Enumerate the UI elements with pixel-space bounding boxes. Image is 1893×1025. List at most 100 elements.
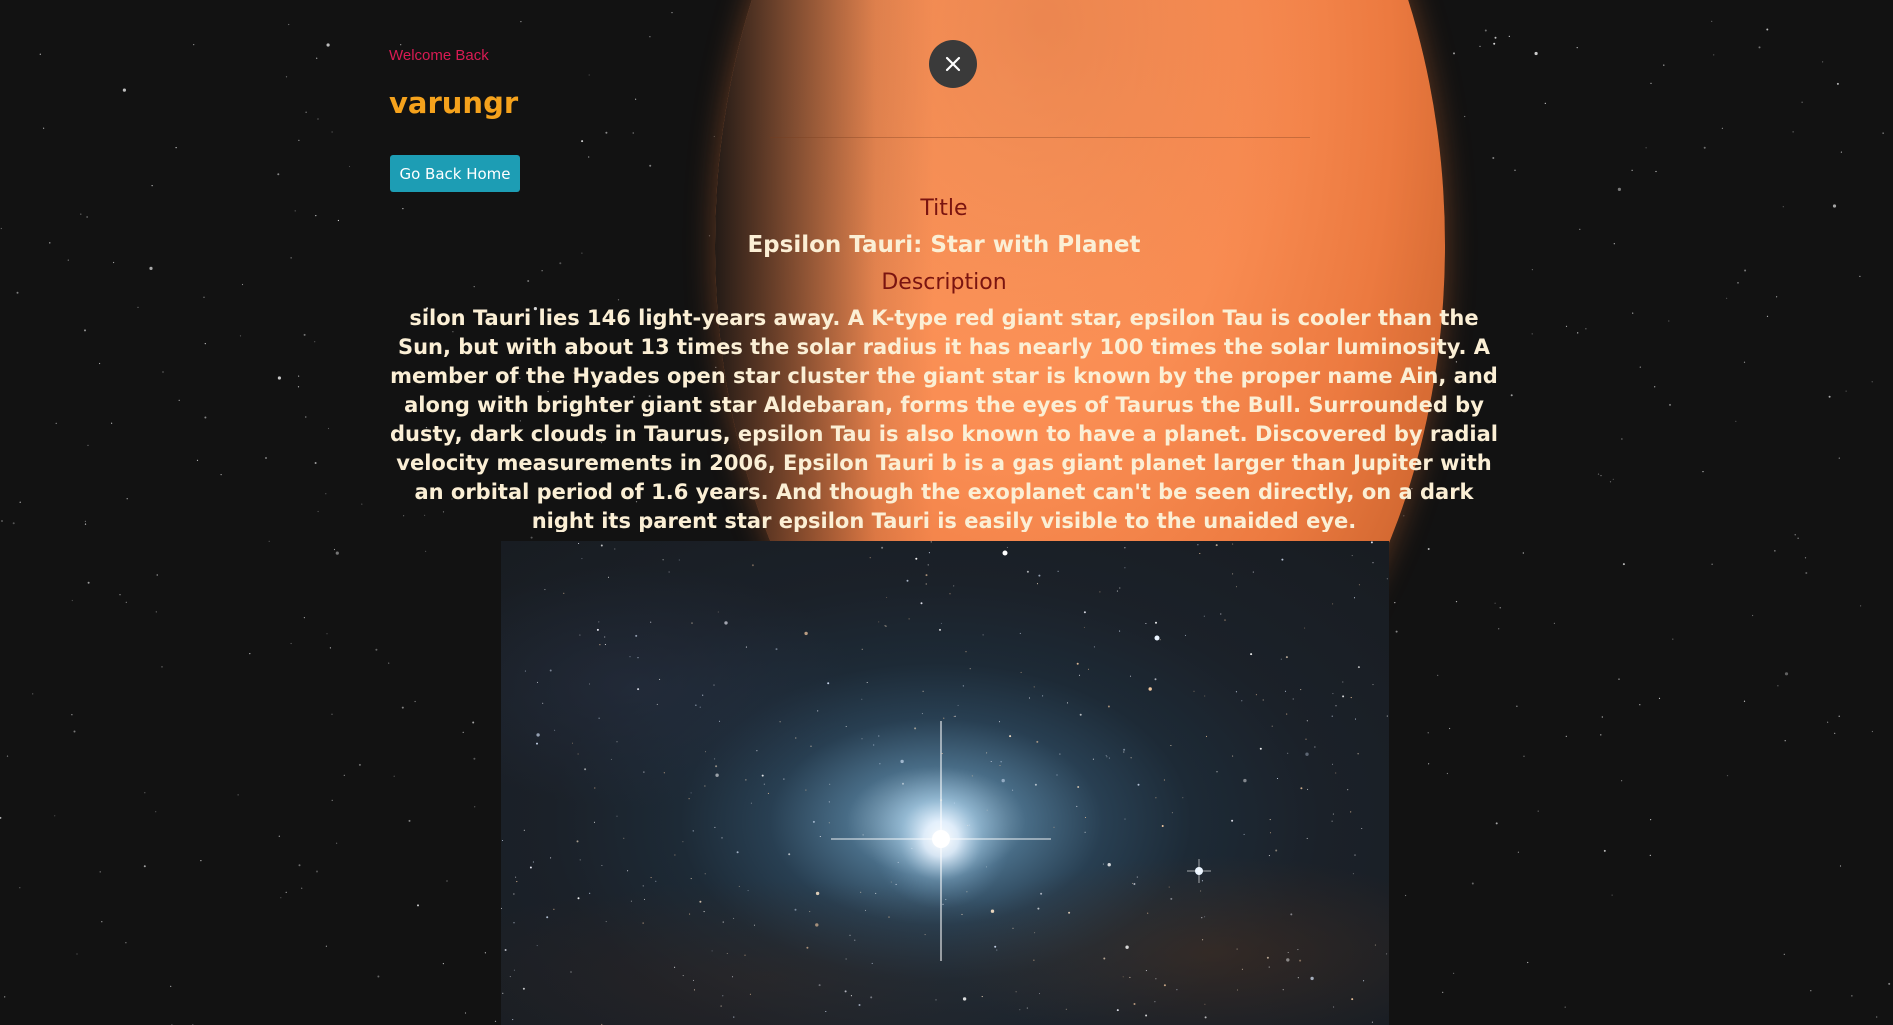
photo-star [542, 702, 544, 704]
background-star [170, 985, 172, 987]
photo-star [854, 939, 856, 941]
background-star [1832, 204, 1837, 208]
background-star [1804, 557, 1807, 559]
photo-star [682, 841, 684, 843]
background-star [1752, 614, 1754, 617]
photo-star [522, 987, 525, 990]
background-star [87, 581, 90, 584]
background-star [361, 503, 363, 505]
photo-star [588, 683, 591, 685]
background-star [1479, 45, 1481, 48]
photo-star [702, 694, 704, 696]
photo-star [689, 913, 691, 915]
photo-star [1236, 948, 1238, 950]
background-star [122, 88, 126, 92]
background-star [1405, 894, 1407, 897]
photo-star [825, 1010, 827, 1013]
photo-star [1053, 826, 1055, 828]
photo-star [1287, 951, 1289, 954]
photo-star [888, 916, 890, 918]
photo-star [878, 735, 880, 737]
photo-star [1199, 552, 1201, 555]
background-star [125, 942, 127, 944]
photo-star [1123, 748, 1126, 751]
photo-star [1297, 977, 1299, 979]
background-star [1882, 132, 1884, 134]
photo-star [751, 564, 754, 567]
photo-star [930, 541, 932, 543]
background-star [1766, 28, 1769, 31]
background-star [1743, 361, 1746, 363]
photo-star [1145, 970, 1147, 972]
background-star [417, 904, 419, 907]
photo-star [554, 729, 556, 731]
background-star [713, 135, 715, 138]
photo-star [1307, 788, 1309, 790]
background-star [161, 666, 163, 668]
background-star [298, 139, 300, 141]
go-back-home-button[interactable]: Go Back Home [390, 155, 520, 192]
photo-star [962, 685, 964, 687]
header-divider [770, 137, 1310, 138]
photo-star [990, 760, 992, 763]
photo-star [927, 564, 929, 566]
photo-star [1168, 886, 1170, 888]
photo-star [1019, 632, 1021, 634]
background-star [84, 329, 86, 332]
background-star [649, 164, 652, 167]
photo-star [614, 548, 616, 550]
photo-star [578, 542, 580, 545]
background-star [200, 860, 202, 862]
photo-star [999, 764, 1001, 767]
photo-star [738, 885, 740, 887]
background-star [1442, 991, 1444, 993]
background-star [1618, 678, 1620, 680]
background-star [111, 422, 113, 424]
photo-star [941, 753, 943, 755]
photo-star [1129, 675, 1132, 677]
background-star [329, 647, 331, 649]
photo-star [745, 779, 747, 781]
title-heading: Title [920, 196, 968, 221]
photo-star [1268, 966, 1270, 968]
photo-star [1020, 671, 1022, 673]
background-star [178, 399, 180, 401]
photo-star [693, 989, 696, 991]
photo-star [1077, 786, 1080, 788]
background-star [1702, 471, 1704, 473]
photo-star [1087, 668, 1090, 670]
photo-star [1305, 738, 1307, 740]
photo-star [1133, 883, 1136, 885]
photo-star [501, 907, 502, 909]
photo-star [1241, 968, 1243, 970]
photo-star [827, 682, 830, 685]
welcome-text: Welcome Back [389, 47, 489, 64]
background-star [337, 219, 339, 222]
background-star [581, 140, 584, 143]
photo-star [1300, 689, 1302, 691]
background-star [414, 700, 416, 703]
background-star [1639, 366, 1641, 368]
background-star [19, 887, 21, 889]
background-star [520, 21, 522, 23]
photo-star [761, 774, 764, 777]
background-star [343, 774, 345, 776]
background-star [462, 731, 464, 734]
background-star [442, 963, 444, 965]
photo-star [1006, 546, 1008, 548]
photo-star [1001, 778, 1005, 783]
background-star [1553, 622, 1555, 625]
photo-star [1269, 832, 1272, 834]
apod-title: Epsilon Tauri: Star with Planet [747, 232, 1141, 258]
photo-star [928, 552, 930, 554]
background-star [473, 757, 476, 760]
photo-star [1083, 626, 1085, 628]
photo-star [1332, 693, 1334, 695]
photo-star [655, 880, 657, 882]
photo-star [1284, 690, 1287, 692]
photo-star [844, 990, 847, 993]
photo-star [699, 900, 702, 903]
close-button[interactable] [929, 40, 977, 88]
photo-star [845, 958, 847, 960]
background-star [317, 510, 319, 513]
